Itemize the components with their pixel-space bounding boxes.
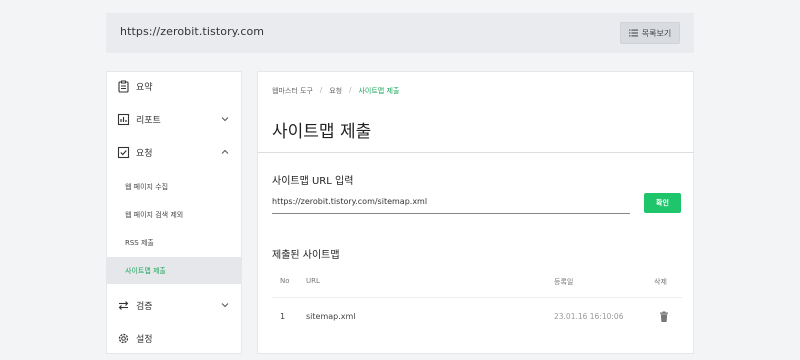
sidebar: 요약 리포트 요청 웹 페이지 수집 웹 페이지 검색 제외 RSS 제출 사이…	[106, 71, 242, 354]
breadcrumb-item-current: 사이트맵 제출	[358, 87, 400, 95]
row-url[interactable]: sitemap.xml	[306, 312, 356, 321]
list-view-button[interactable]: 목록보기	[620, 22, 680, 44]
sidebar-subitem-sitemap-submit[interactable]: 사이트맵 제출	[107, 257, 241, 284]
breadcrumb-item-webmaster[interactable]: 웹마스터 도구	[272, 86, 313, 96]
sidebar-subitem-page-collect[interactable]: 웹 페이지 수집	[107, 173, 241, 200]
sidebar-subitem-label: 웹 페이지 검색 제외	[125, 210, 184, 219]
site-url: https://zerobit.tistory.com	[120, 25, 265, 38]
top-bar: https://zerobit.tistory.com 목록보기	[106, 13, 694, 53]
sidebar-item-summary[interactable]: 요약	[107, 72, 241, 100]
sidebar-item-label: 리포트	[136, 115, 161, 126]
sidebar-item-label: 설정	[136, 334, 153, 345]
row-date: 23.01.16 16:10:06	[554, 312, 624, 321]
sidebar-item-verify[interactable]: 검증	[107, 291, 241, 319]
main-panel: 웹마스터 도구 / 요청 / 사이트맵 제출 사이트맵 제출 사이트맵 URL …	[257, 71, 694, 354]
sidebar-item-request[interactable]: 요청	[107, 138, 241, 166]
sitemap-url-input[interactable]	[272, 194, 630, 214]
clipboard-icon	[117, 80, 130, 93]
breadcrumb-separator: /	[349, 86, 352, 94]
divider	[258, 152, 693, 153]
column-header-url: URL	[306, 277, 320, 285]
swap-arrows-icon	[117, 299, 130, 312]
row-no: 1	[280, 312, 286, 321]
sidebar-item-report[interactable]: 리포트	[107, 105, 241, 133]
table-header: No URL 등록일 삭제	[272, 277, 682, 297]
sidebar-subitem-rss-submit[interactable]: RSS 제출	[107, 229, 241, 256]
page-title: 사이트맵 제출	[272, 122, 372, 142]
list-view-button-label: 목록보기	[641, 28, 672, 38]
sidebar-item-label: 요청	[136, 148, 153, 159]
sidebar-subitem-label: 웹 페이지 수집	[125, 182, 169, 191]
column-header-delete: 삭제	[654, 278, 667, 286]
sidebar-item-settings[interactable]: 설정	[107, 324, 241, 352]
submitted-section-label: 제출된 사이트맵	[272, 250, 340, 261]
bar-chart-icon	[117, 113, 130, 126]
url-section-label: 사이트맵 URL 입력	[272, 176, 354, 187]
breadcrumb: 웹마스터 도구 / 요청 / 사이트맵 제출	[272, 86, 399, 96]
chevron-down-icon	[221, 303, 229, 308]
list-icon	[628, 29, 638, 37]
confirm-button[interactable]: 확인	[644, 193, 681, 213]
sidebar-subitem-label: RSS 제출	[125, 238, 154, 247]
chevron-down-icon	[221, 117, 229, 122]
sidebar-item-label: 검증	[136, 301, 153, 312]
breadcrumb-separator: /	[319, 86, 323, 94]
sidebar-subitem-label: 사이트맵 제출	[125, 266, 166, 275]
trash-icon[interactable]	[658, 311, 670, 323]
column-header-date: 등록일	[554, 278, 574, 286]
column-header-no: No	[280, 277, 290, 285]
checkbox-icon	[117, 146, 130, 159]
chevron-up-icon	[221, 149, 229, 154]
sidebar-subitem-search-exclude[interactable]: 웹 페이지 검색 제외	[107, 201, 241, 228]
table-divider	[272, 297, 682, 298]
table-row: 1 sitemap.xml 23.01.16 16:10:06	[272, 311, 682, 332]
breadcrumb-item-request[interactable]: 요청	[329, 86, 342, 96]
sidebar-item-label: 요약	[136, 82, 153, 93]
gear-icon	[117, 332, 130, 345]
